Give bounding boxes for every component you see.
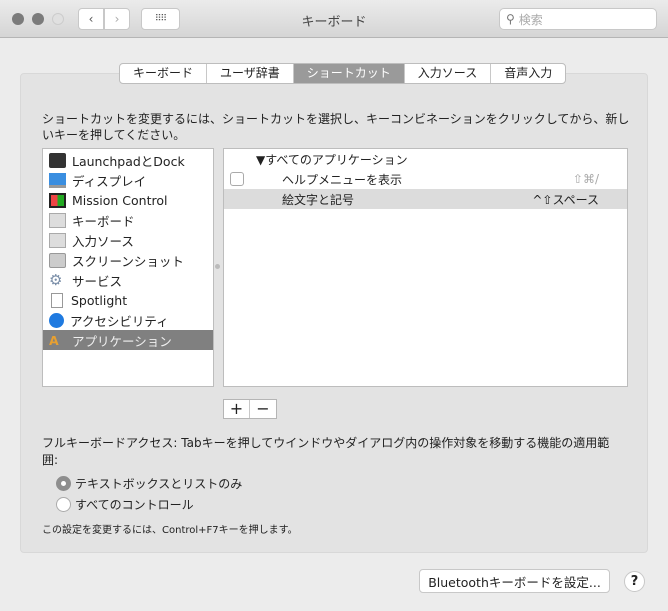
- shortcut-row[interactable]: ヘルプメニューを表示 ⇧⌘/: [224, 169, 627, 189]
- category-keyboard[interactable]: キーボード: [43, 210, 213, 230]
- keyboard-icon: [49, 212, 66, 228]
- category-services[interactable]: ⚙ サービス: [43, 270, 213, 290]
- category-label: アプリケーション: [72, 333, 172, 349]
- shortcut-name: 絵文字と記号: [282, 192, 355, 207]
- category-mission-control[interactable]: Mission Control: [43, 190, 213, 210]
- keyboard-icon: [49, 232, 66, 248]
- launchpad-icon: [49, 152, 66, 168]
- hint-text: この設定を変更するには、Control+F7キーを押します。: [42, 525, 298, 536]
- gear-icon: ⚙: [49, 270, 63, 289]
- category-input-sources[interactable]: 入力ソース: [43, 230, 213, 250]
- group-row[interactable]: ▼すべてのアプリケーション: [224, 149, 627, 169]
- radio-label: テキストボックスとリストのみ: [75, 477, 243, 491]
- tab-user-dictionary[interactable]: ユーザ辞書: [207, 64, 294, 83]
- spotlight-icon: [51, 292, 63, 308]
- tab-dictation[interactable]: 音声入力: [491, 64, 565, 83]
- bluetooth-keyboard-button[interactable]: Bluetoothキーボードを設定...: [419, 569, 610, 593]
- app-icon: A: [49, 332, 59, 348]
- category-list: LaunchpadとDock ディスプレイ Mission Control キー…: [42, 148, 214, 387]
- category-label: ディスプレイ: [72, 173, 147, 189]
- help-button[interactable]: ?: [624, 571, 645, 592]
- add-remove-buttons: + −: [223, 399, 277, 419]
- accessibility-icon: [49, 312, 64, 328]
- add-button[interactable]: +: [224, 400, 250, 418]
- shortcut-name: ヘルプメニューを表示: [282, 172, 403, 187]
- shortcut-checkbox[interactable]: [230, 172, 244, 186]
- screenshot-icon: [49, 252, 66, 268]
- split-handle[interactable]: [215, 264, 220, 269]
- category-label: LaunchpadとDock: [72, 153, 185, 169]
- shortcut-row[interactable]: 絵文字と記号 ^⇧スペース: [224, 189, 627, 209]
- tab-bar: キーボード ユーザ辞書 ショートカット 入力ソース 音声入力: [119, 63, 567, 84]
- category-label: Mission Control: [72, 192, 168, 208]
- category-spotlight[interactable]: Spotlight: [43, 290, 213, 310]
- search-placeholder: 検索: [518, 12, 543, 27]
- tab-shortcuts[interactable]: ショートカット: [293, 64, 405, 83]
- radio-all-controls[interactable]: すべてのコントロール: [56, 496, 194, 513]
- tab-input-sources[interactable]: 入力ソース: [405, 64, 492, 83]
- radio-label: すべてのコントロール: [75, 498, 194, 512]
- title-bar: ‹ › ⠿⠿ キーボード ⚲ 検索: [0, 0, 668, 38]
- group-label: ▼すべてのアプリケーション: [256, 152, 408, 167]
- radio-text-boxes[interactable]: テキストボックスとリストのみ: [56, 475, 242, 492]
- category-label: スクリーンショット: [72, 253, 184, 269]
- category-screenshots[interactable]: スクリーンショット: [43, 250, 213, 270]
- category-applications[interactable]: A アプリケーション: [43, 330, 213, 350]
- category-label: サービス: [72, 273, 123, 289]
- category-display[interactable]: ディスプレイ: [43, 170, 213, 190]
- full-keyboard-access-label: フルキーボードアクセス: Tabキーを押してウインドウやダイアログ内の操作対象を…: [42, 436, 610, 467]
- category-label: 入力ソース: [72, 233, 134, 249]
- shortcut-keys[interactable]: ⇧⌘/: [573, 172, 599, 186]
- category-label: キーボード: [72, 213, 135, 229]
- shortcut-keys[interactable]: ^⇧スペース: [532, 191, 599, 208]
- search-icon: ⚲: [506, 12, 515, 26]
- display-icon: [49, 172, 66, 188]
- remove-button[interactable]: −: [250, 400, 276, 418]
- category-accessibility[interactable]: アクセシビリティ: [43, 310, 213, 330]
- radio-button[interactable]: [56, 497, 71, 512]
- tab-keyboard[interactable]: キーボード: [120, 64, 208, 83]
- instructions: ショートカットを変更するには、ショートカットを選択し、キーコンビネーションをクリ…: [42, 112, 630, 142]
- category-launchpad[interactable]: LaunchpadとDock: [43, 150, 213, 170]
- category-label: アクセシビリティ: [70, 313, 169, 329]
- shortcut-table: ▼すべてのアプリケーション ヘルプメニューを表示 ⇧⌘/ 絵文字と記号 ^⇧スペース: [223, 148, 628, 387]
- mission-control-icon: [49, 192, 66, 208]
- category-label: Spotlight: [71, 292, 128, 308]
- radio-button[interactable]: [56, 476, 71, 491]
- search-field[interactable]: ⚲ 検索: [499, 8, 657, 30]
